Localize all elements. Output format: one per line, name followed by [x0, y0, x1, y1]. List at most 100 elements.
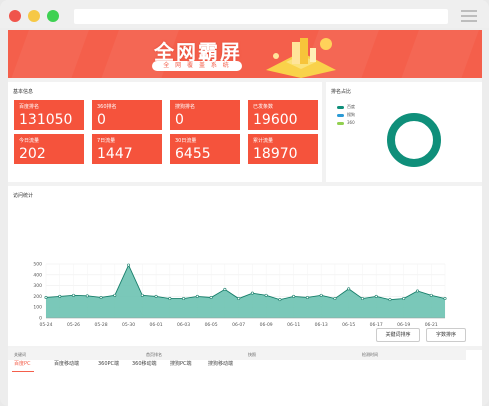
close-button[interactable] [9, 10, 21, 22]
stat-card: 今日流量 202 [14, 134, 84, 164]
basic-info-title: 基本信息 [13, 89, 34, 95]
stat-card-label: 累计流量 [253, 138, 274, 144]
x-tick-label: 05-30 [122, 322, 135, 328]
stat-card-label: 30日流量 [175, 138, 197, 144]
data-point [292, 294, 296, 298]
stat-card-label: 7日流量 [97, 138, 116, 144]
x-tick-label: 06-01 [150, 322, 163, 328]
stat-card: 30日流量 6455 [170, 134, 240, 164]
x-tick-label: 06-03 [177, 322, 190, 328]
y-tick-label: 500 [33, 262, 42, 268]
data-point [127, 263, 131, 267]
data-point [347, 287, 351, 291]
tab-1[interactable]: 百度移动端 [54, 360, 79, 367]
y-tick-label: 0 [39, 316, 42, 322]
tab-5[interactable]: 搜狗移动端 [208, 360, 233, 367]
data-point [360, 297, 364, 301]
data-point [72, 293, 76, 297]
x-tick-label: 06-05 [205, 322, 218, 328]
data-point [264, 293, 268, 297]
address-bar[interactable] [74, 9, 448, 24]
y-tick-label: 200 [33, 294, 42, 300]
data-point [305, 295, 309, 299]
tab-2[interactable]: 360PC端 [98, 360, 119, 367]
stat-card: 360排名 0 [92, 100, 162, 130]
th-check-time: 检测时间 [362, 352, 378, 357]
x-tick-label: 06-13 [315, 322, 328, 328]
data-point [140, 293, 144, 297]
data-point [429, 293, 433, 297]
word-count-sort-button[interactable]: 字数排序 [426, 328, 466, 342]
data-point [333, 297, 337, 301]
stat-card-value: 0 [175, 112, 184, 128]
active-tab-underline [12, 371, 34, 372]
legend-baidu: 百度 [337, 104, 355, 110]
data-point [154, 294, 158, 298]
data-point [209, 295, 213, 299]
x-tick-label: 06-07 [232, 322, 245, 328]
maximize-button[interactable] [47, 10, 59, 22]
basic-info-panel: 基本信息 百度排名 131050 360排名 0 搜狗排名 0 已发条数 19600 今日流量 2… [8, 82, 322, 182]
data-point [182, 297, 186, 301]
donut-ring [387, 113, 441, 167]
stat-card-value: 1447 [97, 146, 133, 162]
x-tick-label: 05-28 [94, 322, 107, 328]
y-tick-label: 400 [33, 272, 42, 278]
stat-card-value: 0 [97, 112, 106, 128]
tab-4[interactable]: 搜狗PC端 [170, 360, 192, 367]
stat-card: 搜狗排名 0 [170, 100, 240, 130]
th-first-page-rank: 首页排名 [146, 352, 162, 357]
minimize-button[interactable] [28, 10, 40, 22]
stat-card-value: 18970 [253, 146, 298, 162]
stat-card-value: 131050 [19, 112, 73, 128]
data-point [415, 289, 419, 293]
isometric-illustration-icon [266, 38, 336, 78]
tab-0[interactable]: 百度PC [14, 360, 31, 367]
data-point [223, 287, 227, 291]
data-point [58, 294, 62, 298]
stat-card: 累计流量 18970 [248, 134, 318, 164]
keyword-sort-button[interactable]: 关键词排序 [376, 328, 420, 342]
stat-card-value: 19600 [253, 112, 298, 128]
x-tick-label: 06-11 [287, 322, 300, 328]
th-keyword: 关键词 [14, 352, 26, 357]
table-header [8, 348, 466, 360]
stat-card-label: 今日流量 [19, 138, 40, 144]
data-point [85, 294, 89, 298]
ranking-title: 排名占比 [331, 89, 352, 95]
data-point [402, 297, 406, 301]
x-tick-label: 05-24 [39, 322, 52, 328]
ranking-donut-chart [387, 113, 441, 167]
stat-card-label: 已发条数 [253, 104, 274, 110]
traffic-area-chart: 0 100 200 300 400 500 05-24 05-26 05-28 05-30 06-0… [33, 262, 447, 328]
data-point [278, 298, 282, 302]
hamburger-icon[interactable] [461, 10, 477, 22]
stat-card: 已发条数 19600 [248, 100, 318, 130]
traffic-line [45, 263, 446, 301]
y-tick-label: 100 [33, 305, 42, 311]
data-point [319, 293, 323, 297]
traffic-panel: 访问统计 0 100 200 300 400 500 05-24 05-26 05-28 05-3… [8, 186, 482, 346]
ranking-panel: 排名占比 百度 搜狗 360 [326, 82, 482, 182]
banner: 全网霸屏 全 网 覆 盖 系 统 [8, 30, 482, 78]
y-tick-label: 300 [33, 283, 42, 289]
data-point [374, 294, 378, 298]
browser-window: 全网霸屏 全 网 覆 盖 系 统 基本信息 百度排名 131050 360排名 0 搜狗… [0, 0, 489, 406]
x-tick-label: 06-15 [342, 322, 355, 328]
stat-card-value: 6455 [175, 146, 211, 162]
stat-card-label: 360排名 [97, 104, 117, 110]
data-point [195, 294, 199, 298]
x-tick-label: 06-09 [260, 322, 273, 328]
traffic-area [46, 265, 445, 318]
title-bar [0, 0, 489, 28]
stat-card-label: 百度排名 [19, 104, 40, 110]
data-point [113, 293, 117, 297]
data-point [168, 297, 172, 301]
tab-3[interactable]: 360移动端 [132, 360, 157, 367]
x-tick-label: 05-26 [67, 322, 80, 328]
stat-card: 百度排名 131050 [14, 100, 84, 130]
th-snapshot: 快照 [248, 352, 256, 357]
data-point [99, 295, 103, 299]
stat-card: 7日流量 1447 [92, 134, 162, 164]
legend-sogou: 搜狗 [337, 112, 355, 118]
